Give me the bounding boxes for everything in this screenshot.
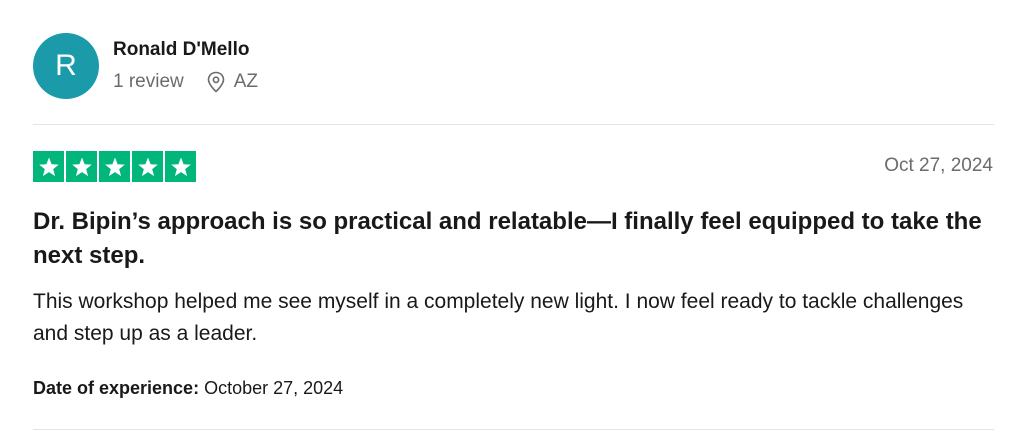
divider [33,429,994,430]
review-date: Oct 27, 2024 [884,155,993,176]
review-card: R Ronald D'Mello 1 review AZ Oct 27, 202… [0,0,1024,431]
experience-date: October 27, 2024 [204,378,344,398]
reviewer-header: R Ronald D'Mello 1 review AZ [33,33,258,99]
map-pin-icon [206,71,226,93]
reviewer-location: AZ [233,71,259,92]
star-icon [33,151,64,182]
review-body: This workshop helped me see myself in a … [33,290,964,345]
star-icon [132,151,163,182]
avatar[interactable]: R [33,33,99,99]
review-count: 1 review [113,71,184,92]
review-title[interactable]: Dr. Bipin’s approach is so practical and… [33,205,993,273]
star-rating [33,151,196,182]
star-icon [66,151,97,182]
divider [33,124,994,125]
date-of-experience: Date of experience: October 27, 2024 [33,378,343,399]
reviewer-meta: 1 review AZ [113,71,258,93]
reviewer-info: Ronald D'Mello 1 review AZ [113,39,258,93]
reviewer-name[interactable]: Ronald D'Mello [113,39,258,61]
star-icon [99,151,130,182]
star-icon [165,151,196,182]
experience-label: Date of experience: [33,378,200,398]
